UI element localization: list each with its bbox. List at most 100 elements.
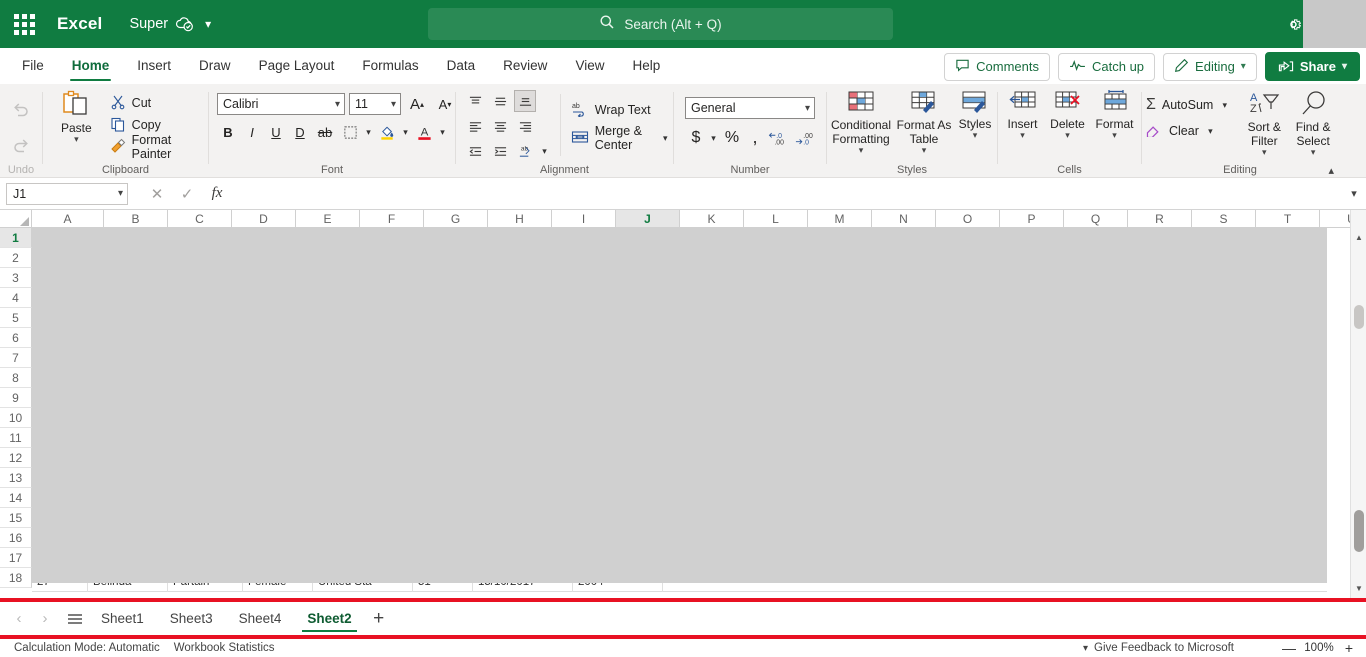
app-launcher-icon[interactable]: [9, 9, 39, 39]
format-as-table-button[interactable]: Format As Table ▾: [895, 90, 953, 155]
calculation-mode-status[interactable]: Calculation Mode: Automatic: [14, 642, 160, 654]
row-header-7[interactable]: 7: [0, 348, 32, 368]
font-family-select[interactable]: Calibri ▾: [217, 93, 345, 115]
zoom-in-button[interactable]: +: [1338, 640, 1360, 656]
row-header-8[interactable]: 8: [0, 368, 32, 388]
select-all-corner[interactable]: [0, 210, 32, 228]
column-header-e[interactable]: E: [296, 210, 360, 228]
insert-function-icon[interactable]: fx: [202, 182, 232, 206]
decrease-indent-button[interactable]: [464, 140, 486, 162]
align-left-button[interactable]: [464, 115, 486, 137]
vertical-scrollbar[interactable]: ▲ ▼: [1350, 210, 1366, 598]
fill-color-icon[interactable]: [376, 121, 398, 143]
tab-page-layout[interactable]: Page Layout: [251, 48, 343, 84]
add-sheet-button[interactable]: +: [365, 604, 393, 634]
paste-button[interactable]: Paste ▾: [51, 90, 102, 144]
chevron-down-icon[interactable]: ▾: [74, 135, 79, 144]
undo-button[interactable]: [3, 95, 39, 125]
borders-icon[interactable]: [339, 121, 361, 143]
find-select-button[interactable]: Find & Select ▾: [1288, 90, 1338, 157]
align-bottom-button[interactable]: [514, 90, 536, 112]
column-header-q[interactable]: Q: [1064, 210, 1128, 228]
currency-format-button[interactable]: $: [685, 127, 707, 149]
sheet-tab-sheet4[interactable]: Sheet4: [226, 603, 295, 634]
italic-button[interactable]: I: [241, 121, 263, 143]
decrease-font-size-button[interactable]: A ▾: [433, 93, 457, 115]
increase-font-size-button[interactable]: A ▴: [405, 93, 429, 115]
borders-dropdown-chevron-icon[interactable]: ▾: [363, 127, 374, 138]
column-header-o[interactable]: O: [936, 210, 1000, 228]
column-header-p[interactable]: P: [1000, 210, 1064, 228]
tab-formulas[interactable]: Formulas: [354, 48, 426, 84]
number-format-select[interactable]: General ▾: [685, 97, 815, 119]
insert-cells-button[interactable]: Insert ▾: [1001, 90, 1045, 140]
feedback-link[interactable]: Give Feedback to Microsoft: [1094, 642, 1234, 654]
app-name[interactable]: Excel: [57, 14, 102, 34]
column-header-f[interactable]: F: [360, 210, 424, 228]
chevron-down-icon[interactable]: ▾: [1205, 126, 1216, 137]
cloud-saved-icon[interactable]: [175, 14, 195, 34]
chevron-down-icon[interactable]: ▾: [1311, 148, 1316, 157]
row-header-9[interactable]: 9: [0, 388, 32, 408]
row-header-2[interactable]: 2: [0, 248, 32, 268]
chevron-down-icon[interactable]: ▾: [859, 146, 864, 155]
tab-home[interactable]: Home: [64, 48, 118, 84]
catch-up-button[interactable]: Catch up: [1058, 52, 1156, 81]
increase-indent-button[interactable]: [489, 140, 511, 162]
settings-gear-icon[interactable]: [1281, 12, 1305, 36]
column-header-k[interactable]: K: [680, 210, 744, 228]
row-header-3[interactable]: 3: [0, 268, 32, 288]
format-painter-button[interactable]: Format Painter: [110, 133, 208, 161]
tab-review[interactable]: Review: [495, 48, 555, 84]
tab-draw[interactable]: Draw: [191, 48, 239, 84]
align-middle-button[interactable]: [489, 90, 511, 112]
tab-view[interactable]: View: [567, 48, 612, 84]
chevron-right-icon[interactable]: ›: [32, 604, 58, 634]
document-name[interactable]: Super: [129, 16, 168, 32]
sheet-tab-sheet2[interactable]: Sheet2: [294, 603, 364, 634]
row-header-17[interactable]: 17: [0, 548, 32, 568]
column-header-s[interactable]: S: [1192, 210, 1256, 228]
row-header-18[interactable]: 18: [0, 568, 32, 588]
chevron-down-icon[interactable]: ▾: [1219, 100, 1230, 111]
autosum-button[interactable]: Σ AutoSum ▾: [1146, 92, 1234, 118]
align-right-button[interactable]: [514, 115, 536, 137]
font-color-dropdown-chevron-icon[interactable]: ▾: [437, 127, 448, 138]
chevron-down-icon[interactable]: ▾: [205, 17, 211, 31]
font-color-icon[interactable]: A: [413, 121, 435, 143]
search-input[interactable]: Search (Alt + Q): [428, 8, 893, 40]
cut-button[interactable]: Cut: [110, 92, 208, 114]
scrollbar-thumb[interactable]: [1354, 305, 1364, 329]
column-header-t[interactable]: T: [1256, 210, 1320, 228]
decrease-decimal-button[interactable]: .0 .00: [766, 127, 792, 149]
row-header-14[interactable]: 14: [0, 488, 32, 508]
chevron-down-icon[interactable]: ▾: [1262, 148, 1267, 157]
chevron-down-icon[interactable]: ▾: [1065, 131, 1070, 140]
editing-mode-button[interactable]: Editing ▾: [1163, 52, 1257, 81]
enter-check-icon[interactable]: ✓: [172, 182, 202, 206]
row-header-6[interactable]: 6: [0, 328, 32, 348]
comments-button[interactable]: Comments: [944, 52, 1050, 81]
row-header-13[interactable]: 13: [0, 468, 32, 488]
zoom-out-button[interactable]: —: [1278, 640, 1300, 656]
cancel-x-icon[interactable]: ✕: [142, 182, 172, 206]
increase-decimal-button[interactable]: .00 .0: [793, 127, 819, 149]
row-header-1[interactable]: 1: [0, 228, 32, 248]
chevron-down-icon[interactable]: ▾: [1112, 131, 1117, 140]
name-box[interactable]: J1 ▾: [6, 182, 128, 205]
scroll-down-arrow-icon[interactable]: ▼: [1351, 580, 1366, 596]
chevron-down-icon[interactable]: ▾: [1020, 131, 1025, 140]
tab-insert[interactable]: Insert: [129, 48, 179, 84]
column-header-m[interactable]: M: [808, 210, 872, 228]
percent-format-button[interactable]: %: [720, 127, 744, 149]
column-header-i[interactable]: I: [552, 210, 616, 228]
sheet-tab-sheet3[interactable]: Sheet3: [157, 603, 226, 634]
all-sheets-menu-icon[interactable]: [62, 604, 88, 634]
column-header-r[interactable]: R: [1128, 210, 1192, 228]
formula-input[interactable]: [238, 182, 1342, 206]
chevron-left-icon[interactable]: ‹: [6, 604, 32, 634]
tab-file[interactable]: File: [14, 48, 52, 84]
column-header-l[interactable]: L: [744, 210, 808, 228]
column-header-a[interactable]: A: [32, 210, 104, 228]
row-header-12[interactable]: 12: [0, 448, 32, 468]
